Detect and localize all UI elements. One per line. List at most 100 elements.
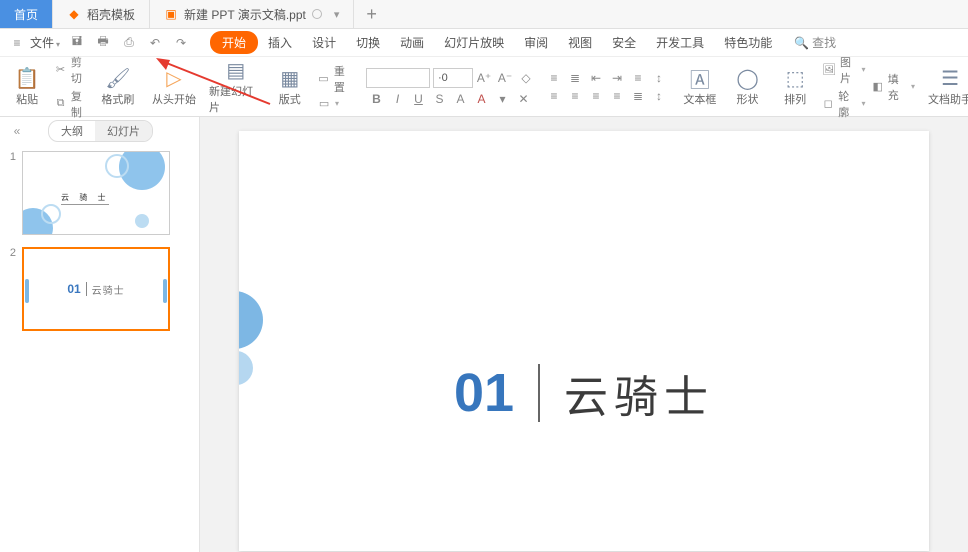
ribbon-tab-special[interactable]: 特色功能	[714, 31, 782, 54]
ribbon-toolbar: 📋 粘贴 ✂剪切 ⧉复制 🖌 格式刷 ▷ 从头开始 ▤ 新建幻灯片 ▦ 版式 ▭…	[0, 57, 968, 117]
reset-icon: ▭	[317, 72, 330, 86]
highlight-button[interactable]: ▾	[495, 92, 511, 106]
shape-button[interactable]: ◯ 形状	[727, 67, 769, 107]
panel-tab-slides[interactable]: 幻灯片	[95, 121, 152, 141]
ribbon-tab-security[interactable]: 安全	[602, 31, 646, 54]
from-start-label: 从头开始	[152, 91, 196, 107]
new-slide-button[interactable]: ▤ 新建幻灯片	[209, 59, 263, 115]
ribbon-tab-design[interactable]: 设计	[302, 31, 346, 54]
tab-document[interactable]: ▣ 新建 PPT 演示文稿.ppt ▾	[150, 0, 354, 28]
layout-icon: ▦	[280, 67, 299, 91]
ribbon-tab-insert[interactable]: 插入	[258, 31, 302, 54]
font-color-button[interactable]: A	[474, 92, 490, 106]
columns-button[interactable]: ≣	[630, 89, 646, 103]
ribbon-tab-slideshow[interactable]: 幻灯片放映	[434, 31, 514, 54]
bold-button[interactable]: B	[369, 92, 385, 106]
increase-font-icon[interactable]: A⁺	[476, 71, 492, 85]
decoration-ring	[105, 154, 129, 178]
reset-mini: ▭重置 ▭▾	[317, 63, 354, 111]
slide-thumbnails: 1 云 骑 士 2 01 云骑	[0, 145, 199, 552]
slide-thumb-2[interactable]: 01 云骑士	[22, 247, 170, 331]
shadow-button[interactable]: A	[453, 92, 469, 106]
decrease-font-icon[interactable]: A⁻	[497, 71, 513, 85]
layout-button[interactable]: ▦ 版式	[269, 67, 311, 107]
file-menu-label: 文件	[30, 36, 54, 50]
font-format-row: B I U S A A ▾ ✕	[369, 92, 532, 106]
indent-left-button[interactable]: ⇤	[588, 71, 604, 85]
picture-button[interactable]: 🖼图片▾	[822, 54, 866, 86]
case-button[interactable]: ✕	[516, 92, 532, 106]
italic-button[interactable]: I	[390, 92, 406, 106]
doc-helper-button[interactable]: ☰ 文档助手	[927, 67, 968, 107]
undo-icon[interactable]: ↶	[146, 34, 164, 52]
arrange-icon: ⬚	[786, 67, 805, 91]
font-group: ·0 A⁺ A⁻ ◇ B I U S A A ▾ ✕	[366, 61, 534, 112]
search-button[interactable]: 🔍 查找	[794, 34, 836, 51]
arrange-label: 排列	[784, 91, 806, 107]
align-center-button[interactable]: ≡	[567, 89, 583, 103]
tab-home[interactable]: 首页	[0, 0, 53, 28]
outline-button[interactable]: ◻轮廓▾	[822, 88, 866, 120]
cut-label: 剪切	[71, 54, 91, 86]
text-direction-button[interactable]: ↕	[651, 71, 667, 85]
align-justify-button[interactable]: ≡	[609, 89, 625, 103]
tools-group: ☰ 文档助手 ▢ 演示工具	[927, 61, 968, 112]
panel-tab-outline[interactable]: 大纲	[49, 121, 95, 141]
arrange-button[interactable]: ⬚ 排列	[774, 67, 816, 107]
textbox-button[interactable]: 🄰 文本框	[679, 67, 721, 107]
numbering-button[interactable]: ≣	[567, 71, 583, 85]
fill-button[interactable]: ◧填充▾	[872, 71, 916, 103]
print-preview-icon[interactable]: ⎙	[120, 34, 138, 52]
collapse-icon[interactable]: «	[8, 122, 26, 140]
section-button[interactable]: ▭▾	[317, 97, 354, 111]
from-start-button[interactable]: ▷ 从头开始	[151, 67, 197, 107]
clipboard-mini: ✂剪切 ⧉复制	[54, 54, 91, 120]
bullets-button[interactable]: ≡	[546, 71, 562, 85]
textbox-label: 文本框	[683, 91, 716, 107]
ribbon-tabs: 开始 插入 设计 切换 动画 幻灯片放映 审阅 视图 安全 开发工具 特色功能	[210, 31, 782, 54]
ribbon-tab-review[interactable]: 审阅	[514, 31, 558, 54]
align-right-button[interactable]: ≡	[588, 89, 604, 103]
paste-button[interactable]: 📋 粘贴	[6, 67, 48, 107]
slide-title-text[interactable]: 云骑士	[564, 361, 714, 425]
search-label: 查找	[812, 34, 836, 51]
align-text-button[interactable]: ↕	[651, 89, 667, 103]
file-menu[interactable]: 文件▾	[30, 34, 60, 51]
font-size-select[interactable]: ·0	[433, 68, 473, 88]
divider-bar	[538, 364, 540, 422]
chevron-down-icon: ▾	[862, 65, 866, 74]
decoration-bar	[25, 279, 29, 303]
indent-right-button[interactable]: ⇥	[609, 71, 625, 85]
ribbon-tab-start[interactable]: 开始	[210, 31, 258, 54]
new-tab-button[interactable]: +	[354, 0, 389, 28]
copy-button[interactable]: ⧉复制	[54, 88, 91, 120]
save-icon[interactable]: 🖬	[68, 34, 86, 52]
canvas-area[interactable]: 01 云骑士	[200, 117, 968, 552]
fill-mini: 🖼图片▾ ◻轮廓▾	[822, 54, 866, 120]
line-spacing-button[interactable]: ≡	[630, 71, 646, 85]
new-slide-label: 新建幻灯片	[209, 83, 263, 115]
slide-thumb-1[interactable]: 云 骑 士	[22, 151, 170, 235]
ppt-icon: ▣	[164, 7, 178, 21]
play-icon: ▷	[166, 67, 181, 91]
print-dropdown-icon[interactable]: 🖶	[94, 34, 112, 52]
tab-templates[interactable]: ◆ 稻壳模板	[53, 0, 150, 28]
redo-icon[interactable]: ↷	[172, 34, 190, 52]
font-family-select[interactable]	[366, 68, 430, 88]
ribbon-tab-transition[interactable]: 切换	[346, 31, 390, 54]
ribbon-tab-view[interactable]: 视图	[558, 31, 602, 54]
underline-button[interactable]: U	[411, 92, 427, 106]
app-menu-icon[interactable]: ≡	[8, 34, 26, 52]
clear-format-icon[interactable]: ◇	[518, 71, 534, 85]
format-brush-button[interactable]: 🖌 格式刷	[97, 67, 139, 107]
slide-number-text[interactable]: 01	[454, 362, 514, 424]
cut-button[interactable]: ✂剪切	[54, 54, 91, 86]
ribbon-tab-animation[interactable]: 动画	[390, 31, 434, 54]
dropdown-icon[interactable]: ▾	[334, 8, 340, 21]
strike-button[interactable]: S	[432, 92, 448, 106]
chevron-down-icon: ▾	[335, 99, 339, 108]
reset-button[interactable]: ▭重置	[317, 63, 354, 95]
align-left-button[interactable]: ≡	[546, 89, 562, 103]
current-slide[interactable]: 01 云骑士	[239, 131, 929, 551]
ribbon-tab-dev[interactable]: 开发工具	[646, 31, 714, 54]
